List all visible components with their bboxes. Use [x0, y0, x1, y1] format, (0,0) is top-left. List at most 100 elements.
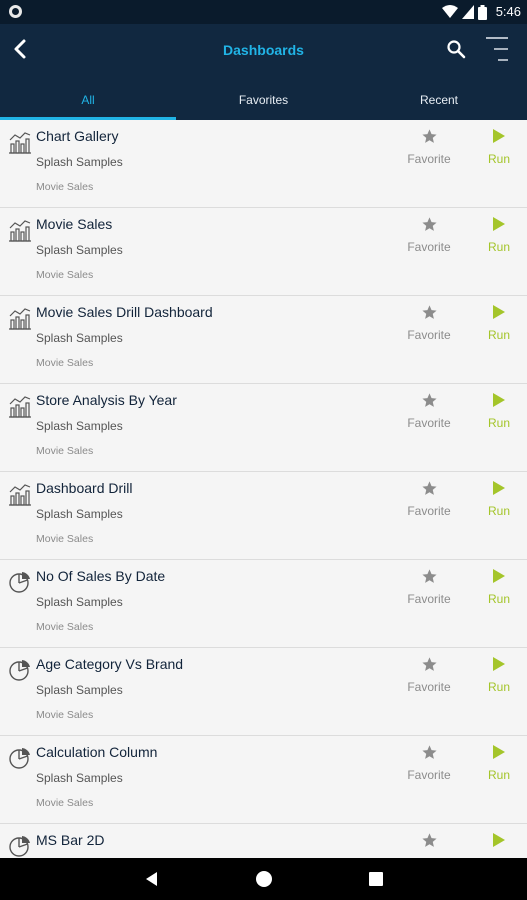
dashboard-group: Splash Samples	[36, 683, 123, 697]
dashboard-group: Splash Samples	[36, 771, 123, 785]
dashboard-category: Movie Sales	[36, 797, 94, 809]
tab-recent[interactable]: Recent	[351, 86, 527, 120]
app-bar: Dashboards All Favorites Recent	[0, 24, 527, 120]
favorite-button[interactable]: Favorite	[398, 392, 460, 430]
favorite-button[interactable]: Favorite	[398, 744, 460, 782]
favorite-button[interactable]: Favorite	[398, 304, 460, 342]
dashboard-group: Splash Samples	[36, 419, 123, 433]
run-button[interactable]: Run	[478, 744, 520, 782]
tab-favorites[interactable]: Favorites	[176, 86, 351, 120]
favorite-button[interactable]: Favorite	[398, 568, 460, 606]
dashboard-category: Movie Sales	[36, 445, 94, 457]
pie-chart-icon	[9, 660, 30, 681]
dashboard-group: Splash Samples	[36, 155, 123, 169]
play-icon	[493, 569, 505, 583]
run-label: Run	[487, 152, 510, 166]
run-button[interactable]: Run	[478, 568, 520, 606]
tab-bar: All Favorites Recent	[0, 86, 527, 120]
dashboard-title: Age Category Vs Brand	[36, 656, 184, 672]
clock: 5:46	[495, 4, 521, 19]
dashboard-category: Movie Sales	[36, 357, 94, 369]
play-icon	[493, 745, 505, 759]
dashboard-category: Movie Sales	[36, 269, 94, 281]
star-icon	[421, 833, 437, 847]
favorite-label: Favorite	[407, 152, 451, 166]
play-icon	[493, 393, 505, 407]
run-button[interactable]: Run	[478, 656, 520, 694]
bar-chart-icon	[9, 484, 31, 506]
star-icon	[421, 217, 437, 231]
run-label: Run	[487, 416, 510, 430]
list-item[interactable]: Chart Gallery Splash Samples Movie Sales…	[0, 120, 527, 208]
run-button[interactable]: Run	[478, 216, 520, 254]
play-icon	[493, 217, 505, 231]
list-item[interactable]: Calculation Column Splash Samples Movie …	[0, 736, 527, 824]
nav-recents-icon[interactable]	[369, 872, 383, 886]
favorite-button[interactable]: Favorite	[398, 656, 460, 694]
list-item[interactable]: Movie Sales Drill Dashboard Splash Sampl…	[0, 296, 527, 384]
status-icons	[442, 3, 487, 21]
run-label: Run	[487, 328, 510, 342]
star-icon	[421, 129, 437, 143]
nav-back-icon[interactable]	[144, 871, 160, 887]
system-nav-bar	[0, 858, 527, 900]
play-icon	[493, 129, 505, 143]
bar-chart-icon	[9, 396, 31, 418]
tab-all[interactable]: All	[0, 86, 176, 120]
favorite-label: Favorite	[407, 504, 451, 518]
run-label: Run	[487, 240, 510, 254]
notification-icon	[9, 5, 22, 18]
dashboard-title: Store Analysis By Year	[36, 392, 177, 408]
run-button[interactable]: Run	[478, 304, 520, 342]
star-icon	[421, 305, 437, 319]
star-icon	[421, 481, 437, 495]
favorite-button[interactable]	[398, 832, 460, 856]
wifi-icon	[442, 5, 458, 18]
favorite-button[interactable]: Favorite	[398, 480, 460, 518]
play-icon	[493, 657, 505, 671]
favorite-button[interactable]: Favorite	[398, 128, 460, 166]
dashboard-group: Splash Samples	[36, 595, 123, 609]
dashboard-title: Movie Sales Drill Dashboard	[36, 304, 213, 320]
search-icon[interactable]	[446, 39, 466, 59]
list-item[interactable]: Age Category Vs Brand Splash Samples Mov…	[0, 648, 527, 736]
run-button[interactable]: Run	[478, 480, 520, 518]
dashboard-group: Splash Samples	[36, 507, 123, 521]
list-item[interactable]: MS Bar 2D	[0, 824, 527, 858]
list-item[interactable]: No Of Sales By Date Splash Samples Movie…	[0, 560, 527, 648]
list-item[interactable]: Dashboard Drill Splash Samples Movie Sal…	[0, 472, 527, 560]
run-button[interactable]: Run	[478, 392, 520, 430]
dashboard-category: Movie Sales	[36, 533, 94, 545]
dashboard-title: MS Bar 2D	[36, 832, 105, 848]
battery-icon	[478, 4, 487, 20]
bar-chart-icon	[9, 132, 31, 154]
play-icon	[493, 833, 505, 847]
nav-home-icon[interactable]	[256, 871, 272, 887]
dashboard-title: Calculation Column	[36, 744, 158, 760]
menu-icon[interactable]	[484, 35, 510, 63]
favorite-label: Favorite	[407, 240, 451, 254]
favorite-button[interactable]: Favorite	[398, 216, 460, 254]
run-label: Run	[487, 680, 510, 694]
signal-icon	[462, 5, 474, 19]
run-button[interactable]: Run	[478, 128, 520, 166]
star-icon	[421, 569, 437, 583]
bar-chart-icon	[9, 308, 31, 330]
dashboard-category: Movie Sales	[36, 181, 94, 193]
run-button[interactable]	[478, 832, 520, 856]
dashboard-title: Dashboard Drill	[36, 480, 133, 496]
list-item[interactable]: Movie Sales Splash Samples Movie Sales F…	[0, 208, 527, 296]
star-icon	[421, 745, 437, 759]
dashboard-category: Movie Sales	[36, 621, 94, 633]
run-label: Run	[487, 504, 510, 518]
pie-chart-icon	[9, 748, 30, 769]
dashboard-list: Chart Gallery Splash Samples Movie Sales…	[0, 120, 527, 858]
favorite-label: Favorite	[407, 416, 451, 430]
list-item[interactable]: Store Analysis By Year Splash Samples Mo…	[0, 384, 527, 472]
bar-chart-icon	[9, 220, 31, 242]
status-bar: 5:46	[0, 0, 527, 24]
dashboard-title: No Of Sales By Date	[36, 568, 166, 584]
run-label: Run	[487, 768, 510, 782]
dashboard-title: Chart Gallery	[36, 128, 119, 144]
favorite-label: Favorite	[407, 592, 451, 606]
